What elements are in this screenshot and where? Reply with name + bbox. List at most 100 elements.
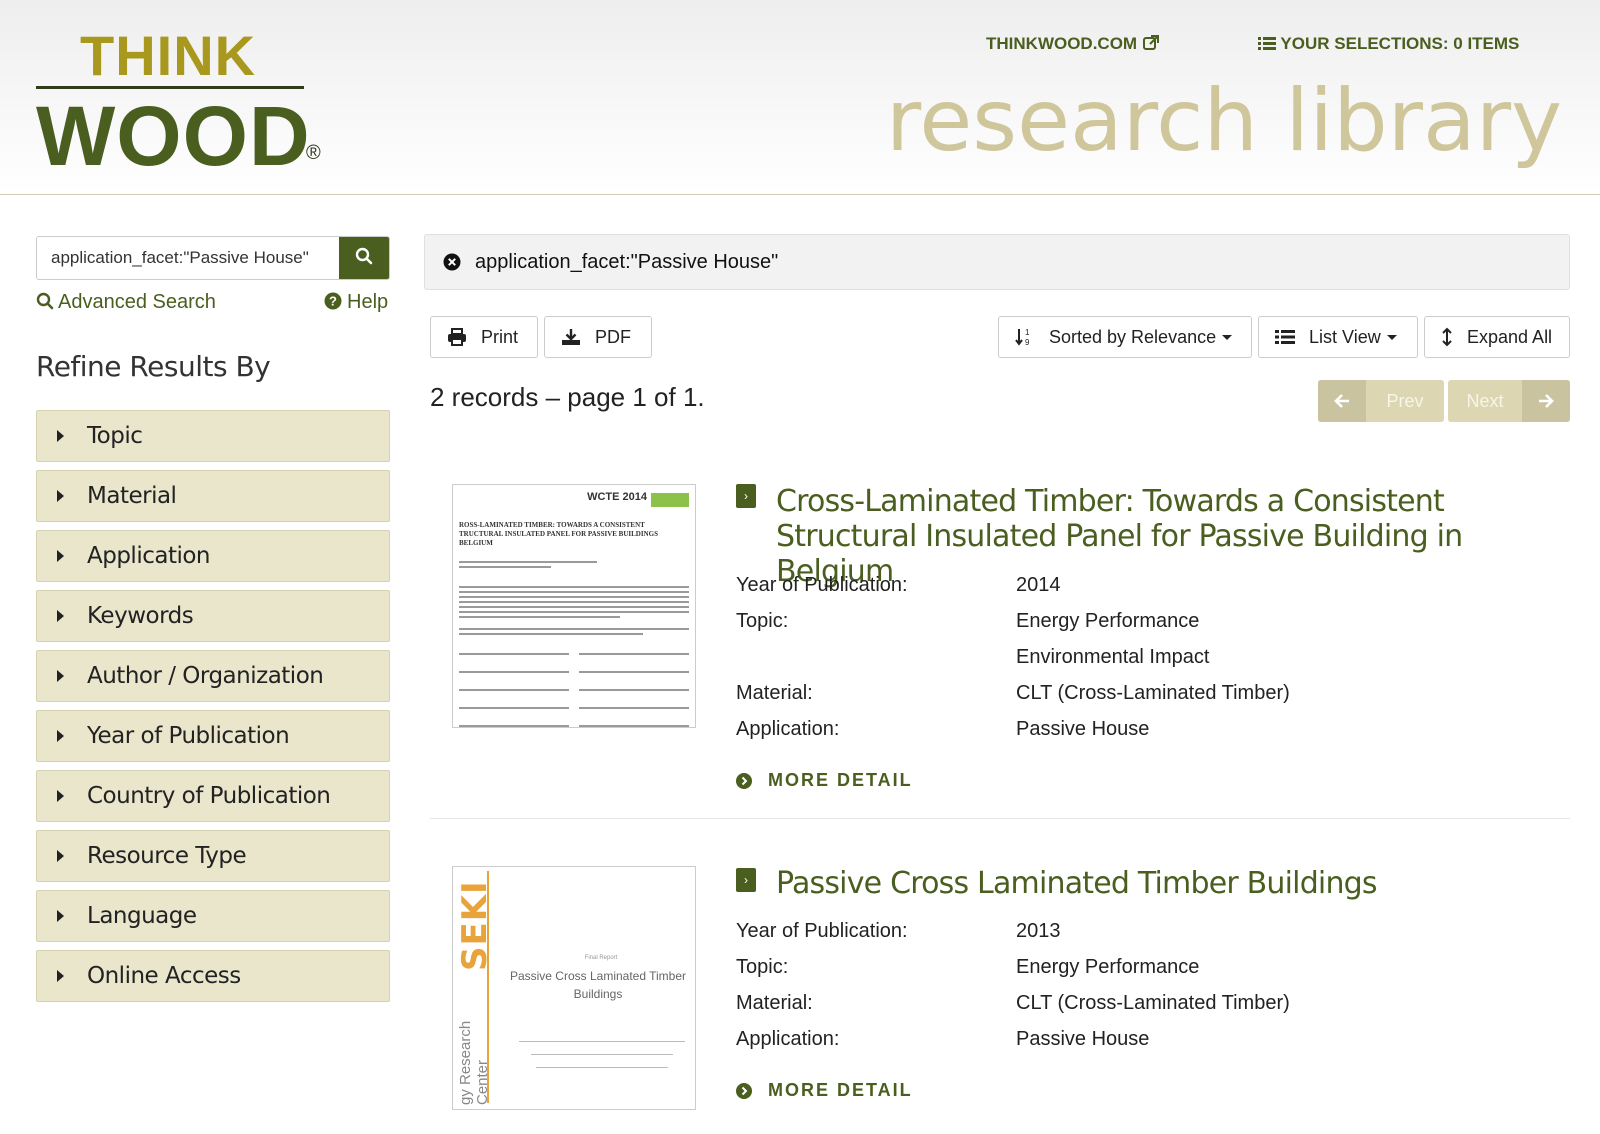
thinkwood-site-link[interactable]: THINKWOOD.COM: [986, 34, 1160, 54]
thumbnail-brand: SEKI: [455, 880, 495, 971]
facet-label: Year of Publication: [87, 723, 290, 749]
chevron-circle-right-icon: [736, 772, 752, 789]
sort-label: Sorted by Relevance: [1049, 326, 1217, 347]
facet-country-of-publication[interactable]: Country of Publication: [36, 770, 390, 822]
research-library-title: research library: [885, 71, 1562, 171]
caret-right-icon: [57, 550, 64, 562]
facet-material[interactable]: Material: [36, 470, 390, 522]
refine-results-heading: Refine Results By: [36, 350, 271, 383]
record-divider: [430, 818, 1570, 819]
year-value: 2014: [1016, 574, 1061, 596]
result-record: SEKI gy Research Center Final Report Pas…: [430, 866, 1570, 1116]
facet-language[interactable]: Language: [36, 890, 390, 942]
caret-down-icon: [1386, 334, 1397, 340]
facet-year-of-publication[interactable]: Year of Publication: [36, 710, 390, 762]
view-dropdown[interactable]: List View: [1258, 316, 1418, 358]
list-icon: [1275, 329, 1295, 345]
more-detail-link[interactable]: MORE DETAIL: [736, 770, 913, 791]
more-detail-label: MORE DETAIL: [768, 770, 913, 790]
vertical-arrows-icon: [1441, 327, 1453, 347]
material-value: CLT (Cross-Laminated Timber): [1016, 992, 1290, 1014]
advanced-search-link[interactable]: Advanced Search: [36, 291, 216, 316]
topic-value: Energy Performance: [1016, 610, 1200, 632]
facet-list: Topic Material Application Keywords Auth…: [36, 410, 390, 1010]
facet-author-organization[interactable]: Author / Organization: [36, 650, 390, 702]
chevron-right-icon: ›: [744, 873, 748, 887]
question-circle-icon: ?: [324, 292, 342, 316]
facet-label: Language: [87, 903, 197, 929]
record-title-link[interactable]: Passive Cross Laminated Timber Buildings: [776, 866, 1556, 901]
facet-label: Application: [87, 543, 211, 569]
remove-query-icon[interactable]: [443, 253, 461, 271]
logo-wood: WOOD: [36, 89, 311, 183]
sort-dropdown[interactable]: 19 Sorted by Relevance: [998, 316, 1252, 358]
arrow-left-icon: [1318, 380, 1366, 422]
thumbnail-title: Passive Cross Laminated Timber Buildings: [509, 969, 687, 1001]
facet-keywords[interactable]: Keywords: [36, 590, 390, 642]
result-record: WCTE 2014 ROSS-LAMINATED TIMBER: TOWARDS…: [430, 484, 1570, 804]
download-icon: [561, 328, 581, 346]
caret-right-icon: [57, 670, 64, 682]
year-label: Year of Publication:: [736, 920, 908, 942]
printer-icon: [447, 328, 467, 346]
facet-topic[interactable]: Topic: [36, 410, 390, 462]
active-query-text: application_facet:"Passive House": [475, 250, 779, 273]
arrow-right-icon: [1522, 380, 1570, 422]
caret-right-icon: [57, 430, 64, 442]
your-selections-link[interactable]: YOUR SELECTIONS: 0 ITEMS: [1258, 34, 1519, 54]
list-icon: [1258, 34, 1276, 52]
topic-value: Environmental Impact: [1016, 646, 1210, 668]
logo-registered-mark: ®: [306, 142, 321, 164]
topic-label: Topic:: [736, 610, 789, 632]
material-label: Material:: [736, 682, 813, 704]
application-label: Application:: [736, 1028, 840, 1050]
wcte-badge-bg: [651, 493, 689, 507]
facet-resource-type[interactable]: Resource Type: [36, 830, 390, 882]
svg-text:?: ?: [329, 294, 337, 309]
application-value: Passive House: [1016, 1028, 1150, 1050]
next-page-button[interactable]: Next: [1448, 380, 1570, 422]
record-expand-toggle[interactable]: ›: [736, 484, 756, 508]
caret-right-icon: [57, 970, 64, 982]
expand-all-button[interactable]: Expand All: [1424, 316, 1570, 358]
record-expand-toggle[interactable]: ›: [736, 868, 756, 892]
print-button[interactable]: Print: [430, 316, 538, 358]
topic-label: Topic:: [736, 956, 789, 978]
svg-text:1: 1: [1025, 328, 1030, 337]
application-label: Application:: [736, 718, 840, 740]
help-link[interactable]: ? Help: [324, 291, 388, 316]
prev-page-button[interactable]: Prev: [1318, 380, 1444, 422]
svg-text:9: 9: [1025, 338, 1030, 347]
search-input[interactable]: [37, 237, 339, 279]
thinkwood-logo[interactable]: THINK WOOD ®: [36, 24, 336, 183]
next-label: Next: [1466, 390, 1504, 411]
document-thumbnail[interactable]: WCTE 2014 ROSS-LAMINATED TIMBER: TOWARDS…: [452, 484, 696, 728]
thumbnail-accent-bar: [487, 871, 489, 1103]
caret-right-icon: [57, 790, 64, 802]
your-selections-label: YOUR SELECTIONS: 0 ITEMS: [1280, 34, 1520, 53]
thumbnail-report-label: Final Report: [584, 955, 618, 961]
topic-value: Energy Performance: [1016, 956, 1200, 978]
document-thumbnail[interactable]: SEKI gy Research Center Final Report Pas…: [452, 866, 696, 1110]
active-query-bar: application_facet:"Passive House": [424, 234, 1570, 290]
caret-right-icon: [57, 910, 64, 922]
search-button[interactable]: [339, 237, 389, 279]
wcte-badge: WCTE 2014: [587, 491, 647, 503]
facet-application[interactable]: Application: [36, 530, 390, 582]
material-label: Material:: [736, 992, 813, 1014]
more-detail-link[interactable]: MORE DETAIL: [736, 1080, 913, 1101]
caret-right-icon: [57, 850, 64, 862]
sort-numeric-icon: 19: [1015, 327, 1035, 347]
pdf-button[interactable]: PDF: [544, 316, 652, 358]
facet-online-access[interactable]: Online Access: [36, 950, 390, 1002]
advanced-search-label: Advanced Search: [58, 291, 216, 313]
thumbnail-text-lines: [459, 561, 689, 727]
thumbnail-side-text: gy Research Center: [457, 1020, 491, 1105]
facet-label: Online Access: [87, 963, 241, 989]
search-icon: [36, 292, 54, 316]
records-count: 2 records – page 1 of 1.: [430, 382, 705, 412]
logo-think: THINK: [80, 24, 257, 87]
view-label: List View: [1309, 326, 1381, 347]
material-value: CLT (Cross-Laminated Timber): [1016, 682, 1290, 704]
chevron-circle-right-icon: [736, 1082, 752, 1099]
